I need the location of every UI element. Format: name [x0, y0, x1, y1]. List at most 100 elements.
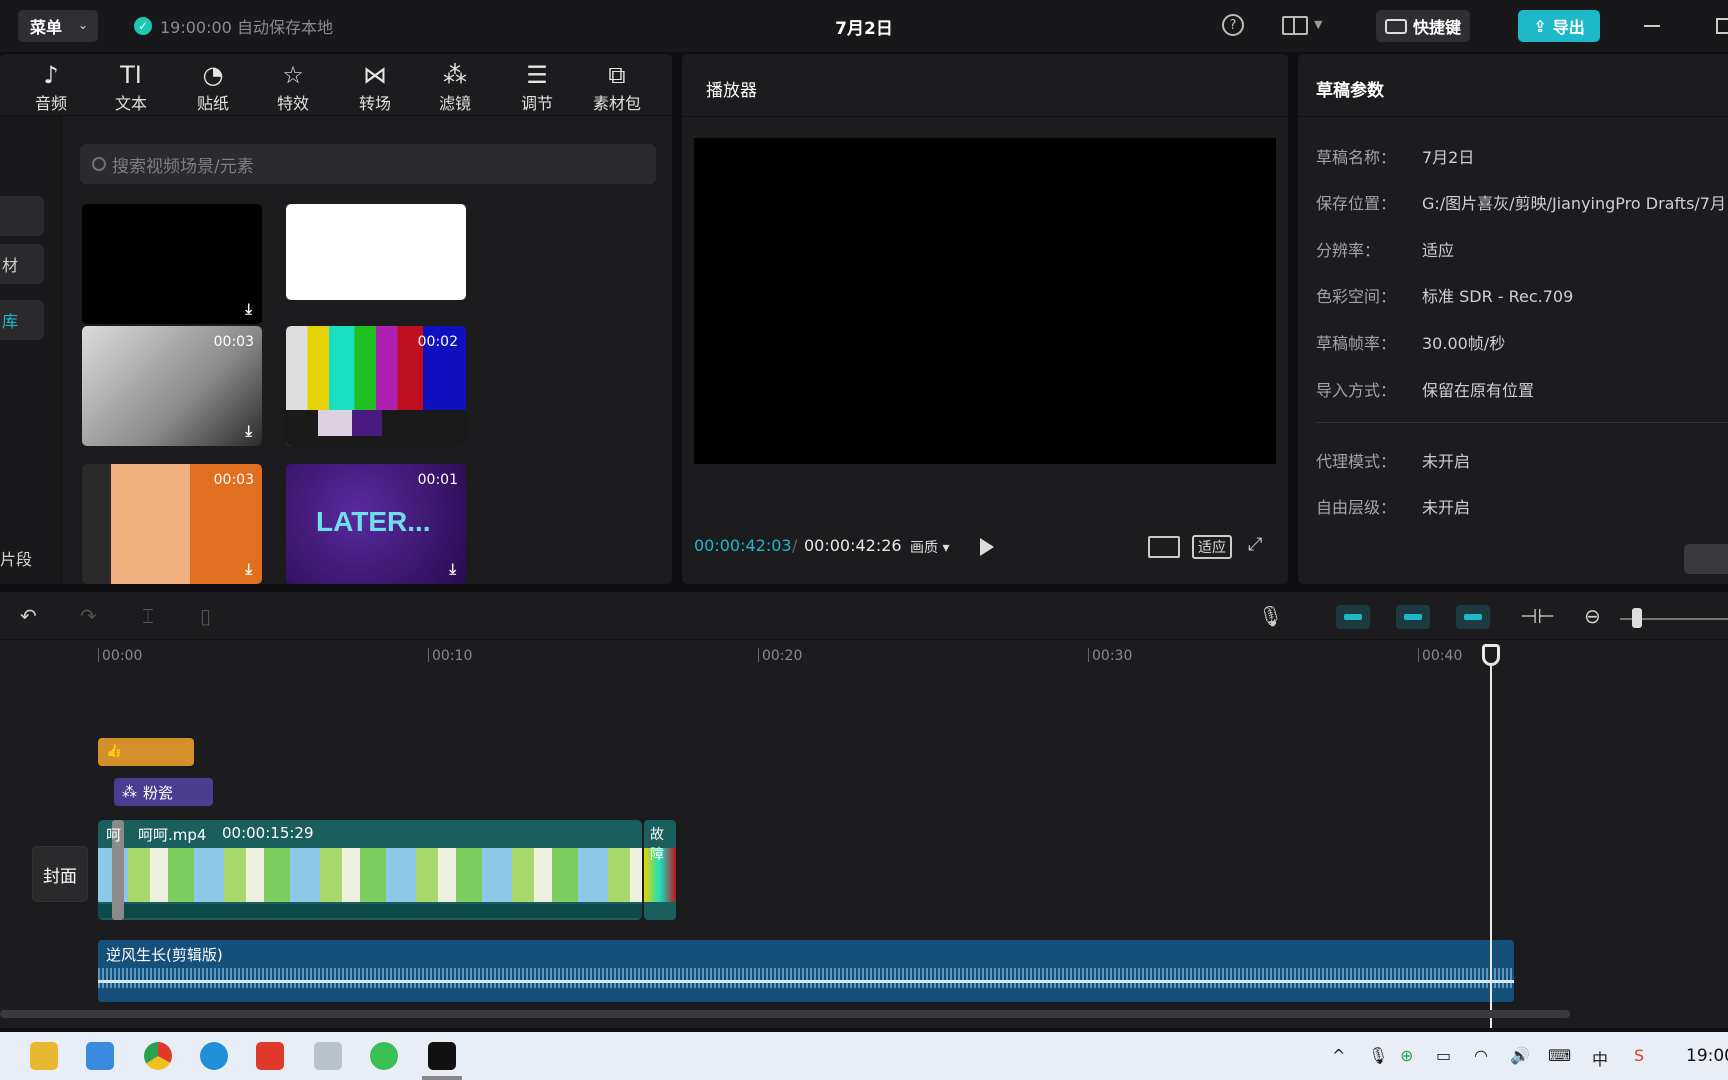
- volume-line[interactable]: [98, 980, 1514, 983]
- download-icon[interactable]: ⤓: [245, 422, 252, 440]
- chrome-icon[interactable]: [144, 1042, 172, 1070]
- media-thumb-man[interactable]: 00:03 ⤓: [82, 326, 262, 446]
- waveform-icon[interactable]: [1148, 536, 1180, 558]
- divider: [682, 116, 1288, 117]
- media-thumb-white[interactable]: [286, 204, 466, 300]
- tool-text[interactable]: TI 文本: [96, 60, 166, 116]
- microphone-icon[interactable]: 🎙: [1258, 606, 1283, 626]
- zoom-out-icon[interactable]: ⊖: [1584, 606, 1601, 626]
- media-sidebar: 材 库 片段 片段: [0, 116, 62, 623]
- modify-button[interactable]: [1684, 544, 1728, 574]
- edge-icon[interactable]: [200, 1042, 228, 1070]
- volume-icon[interactable]: 🔊: [1510, 1046, 1530, 1065]
- param-row: 草稿名称： 7月2日: [1316, 148, 1475, 167]
- time-separator: /: [792, 536, 798, 555]
- shortcut-button[interactable]: 快捷键: [1376, 10, 1470, 42]
- keyboard-icon[interactable]: ⌨: [1548, 1046, 1571, 1065]
- duration-label: 00:02: [417, 334, 458, 350]
- fullscreen-icon[interactable]: ⤢: [1248, 536, 1268, 556]
- tool-label: 文本: [114, 94, 147, 113]
- divider: [1298, 116, 1728, 117]
- magnet-snap-icon[interactable]: [1396, 605, 1430, 629]
- tool-label: 贴纸: [196, 94, 229, 113]
- draft-title: 草稿参数: [1316, 81, 1384, 101]
- redo-icon[interactable]: ↷: [80, 606, 97, 626]
- app-icon[interactable]: [314, 1042, 342, 1070]
- undo-icon[interactable]: ↶: [20, 606, 37, 626]
- fit-ratio-button[interactable]: 适应: [1192, 535, 1232, 559]
- draft-params-panel: 草稿参数 草稿名称： 7月2日 保存位置： G:/图片喜灰/剪映/JianyingP…: [1298, 54, 1728, 584]
- filter-clip[interactable]: ⁂ 粉瓷: [114, 778, 213, 806]
- media-thumb-later[interactable]: LATER... 00:01 ⤓: [286, 464, 466, 584]
- audio-clip[interactable]: 逆风生长(剪辑版): [98, 940, 1514, 1002]
- sogou-icon[interactable]: S: [1634, 1046, 1644, 1065]
- download-icon[interactable]: ⤓: [449, 560, 456, 578]
- quality-label: 画质: [910, 540, 938, 556]
- tool-material-pack[interactable]: ⧉ 素材包: [582, 60, 652, 116]
- help-icon[interactable]: ?: [1222, 14, 1244, 36]
- glitch-clip[interactable]: 故障: [644, 820, 676, 920]
- sticker-clip[interactable]: 👍: [98, 738, 194, 766]
- autosave-text: 19:00:00 自动保存本地: [160, 18, 333, 37]
- playhead-handle[interactable]: [1482, 644, 1500, 666]
- split-icon[interactable]: ⌶: [142, 606, 154, 626]
- media-search[interactable]: 搜索视频场景/元素: [80, 144, 656, 184]
- quality-dropdown[interactable]: 画质 ▾: [910, 537, 949, 557]
- download-icon[interactable]: ⤓: [245, 560, 252, 578]
- tool-filter[interactable]: ⁂ 滤镜: [420, 60, 490, 116]
- wifi-icon[interactable]: ◠: [1474, 1046, 1488, 1065]
- battery-icon[interactable]: ▭: [1436, 1046, 1451, 1065]
- tool-audio[interactable]: ♪ 音频: [16, 60, 86, 116]
- title-bar: 菜单 ⌄ ✓ 19:00:00 自动保存本地 7月2日 ? ▼ 快捷键 ⇪ 导出: [0, 0, 1728, 52]
- tool-transition[interactable]: ⋈ 转场: [340, 60, 410, 116]
- zoom-slider-handle[interactable]: [1632, 608, 1642, 628]
- sidebar-item-material[interactable]: 材: [0, 244, 44, 284]
- minimize-icon[interactable]: [1644, 25, 1660, 27]
- ruler-tick: [1088, 648, 1089, 662]
- export-icon: ⇪: [1533, 16, 1547, 36]
- capcut-icon[interactable]: [428, 1042, 456, 1070]
- duration-label: 00:01: [417, 472, 458, 488]
- app-window-icon[interactable]: [86, 1042, 114, 1070]
- tool-sticker[interactable]: ◔ 贴纸: [178, 60, 248, 116]
- cover-button[interactable]: 封面: [32, 846, 88, 902]
- maximize-icon[interactable]: [1716, 18, 1728, 34]
- tray-expand-icon[interactable]: ^: [1332, 1046, 1345, 1065]
- media-thumb-woman[interactable]: 00:03 ⤓: [82, 464, 262, 584]
- sidebar-item-segment[interactable]: 片段: [0, 546, 32, 570]
- sidebar-item-blank[interactable]: [0, 196, 44, 236]
- windows-taskbar: ^ 🎙 ⊕ ▭ ◠ 🔊 ⌨ 中 S 19:00: [0, 1032, 1728, 1080]
- param-row: 导入方式： 保留在原有位置: [1316, 381, 1535, 400]
- shortcut-label: 快捷键: [1412, 18, 1461, 37]
- video-clip[interactable]: 呵 呵呵.mp4 00:00:15:29: [98, 820, 642, 920]
- tool-adjust[interactable]: ☰ 调节: [502, 60, 572, 116]
- linkage-icon[interactable]: [1456, 605, 1490, 629]
- wechat-icon[interactable]: [370, 1042, 398, 1070]
- tool-effects[interactable]: ☆ 特效: [258, 60, 328, 116]
- system-clock[interactable]: 19:00: [1686, 1046, 1728, 1066]
- menu-button[interactable]: 菜单 ⌄: [18, 10, 98, 42]
- link-main-track-icon[interactable]: [1336, 605, 1370, 629]
- ruler-label: 00:40: [1422, 648, 1463, 664]
- play-icon[interactable]: [980, 538, 994, 556]
- ime-indicator[interactable]: 中: [1592, 1046, 1608, 1070]
- preview-axis-icon[interactable]: ⊣⊢: [1520, 606, 1555, 626]
- sidebar-item-library[interactable]: 库: [0, 300, 44, 340]
- timeline-scrollbar[interactable]: [0, 1010, 1570, 1018]
- media-thumb-colorbars[interactable]: 00:02: [286, 326, 466, 446]
- preview-screen[interactable]: [694, 138, 1276, 464]
- chevron-down-icon[interactable]: ▼: [1314, 18, 1322, 31]
- playhead-line[interactable]: [1490, 650, 1492, 1028]
- media-thumb-black[interactable]: ⤓: [82, 204, 262, 324]
- chevron-down-icon: ⌄: [77, 18, 88, 32]
- microphone-icon[interactable]: 🎙: [1368, 1046, 1388, 1065]
- layout-icon[interactable]: [1282, 16, 1308, 35]
- adjust-sliders-icon: ☰: [526, 61, 548, 89]
- plus-circle-icon[interactable]: ⊕: [1400, 1046, 1413, 1065]
- export-button[interactable]: ⇪ 导出: [1518, 10, 1600, 42]
- wps-icon[interactable]: [256, 1042, 284, 1070]
- download-icon[interactable]: ⤓: [245, 300, 252, 318]
- delete-icon[interactable]: ▯: [200, 606, 211, 626]
- file-explorer-icon[interactable]: [30, 1042, 58, 1070]
- ruler-tick: [1418, 648, 1419, 662]
